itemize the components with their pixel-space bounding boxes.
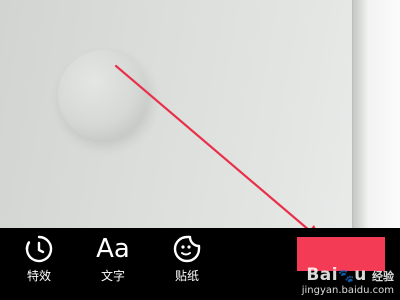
watermark-logo-right: u <box>354 265 367 285</box>
arrow-line <box>114 64 318 238</box>
watermark-logo-left: Bai <box>306 265 339 285</box>
watermark-url: jingyan.baidu.com <box>301 285 394 296</box>
watermark-sub: 经验 <box>372 270 394 283</box>
tool-effects-label: 特效 <box>26 269 51 283</box>
tool-sticker-label: 贴纸 <box>174 269 199 283</box>
editor-screen: 特效 Aa 文字 贴纸 Bai🐾u 经验 jingyan.baidu.com <box>0 0 400 300</box>
effects-timer-icon <box>9 232 69 266</box>
text-aa-icon: Aa <box>96 234 130 264</box>
baidu-watermark: Bai🐾u 经验 jingyan.baidu.com <box>302 265 394 296</box>
sticker-face-icon <box>157 232 217 266</box>
tool-effects[interactable]: 特效 <box>9 232 69 294</box>
tool-text[interactable]: Aa 文字 <box>83 232 143 294</box>
paw-icon: 🐾 <box>338 269 355 284</box>
tool-sticker[interactable]: 贴纸 <box>157 232 217 294</box>
tool-text-label: 文字 <box>100 269 125 283</box>
